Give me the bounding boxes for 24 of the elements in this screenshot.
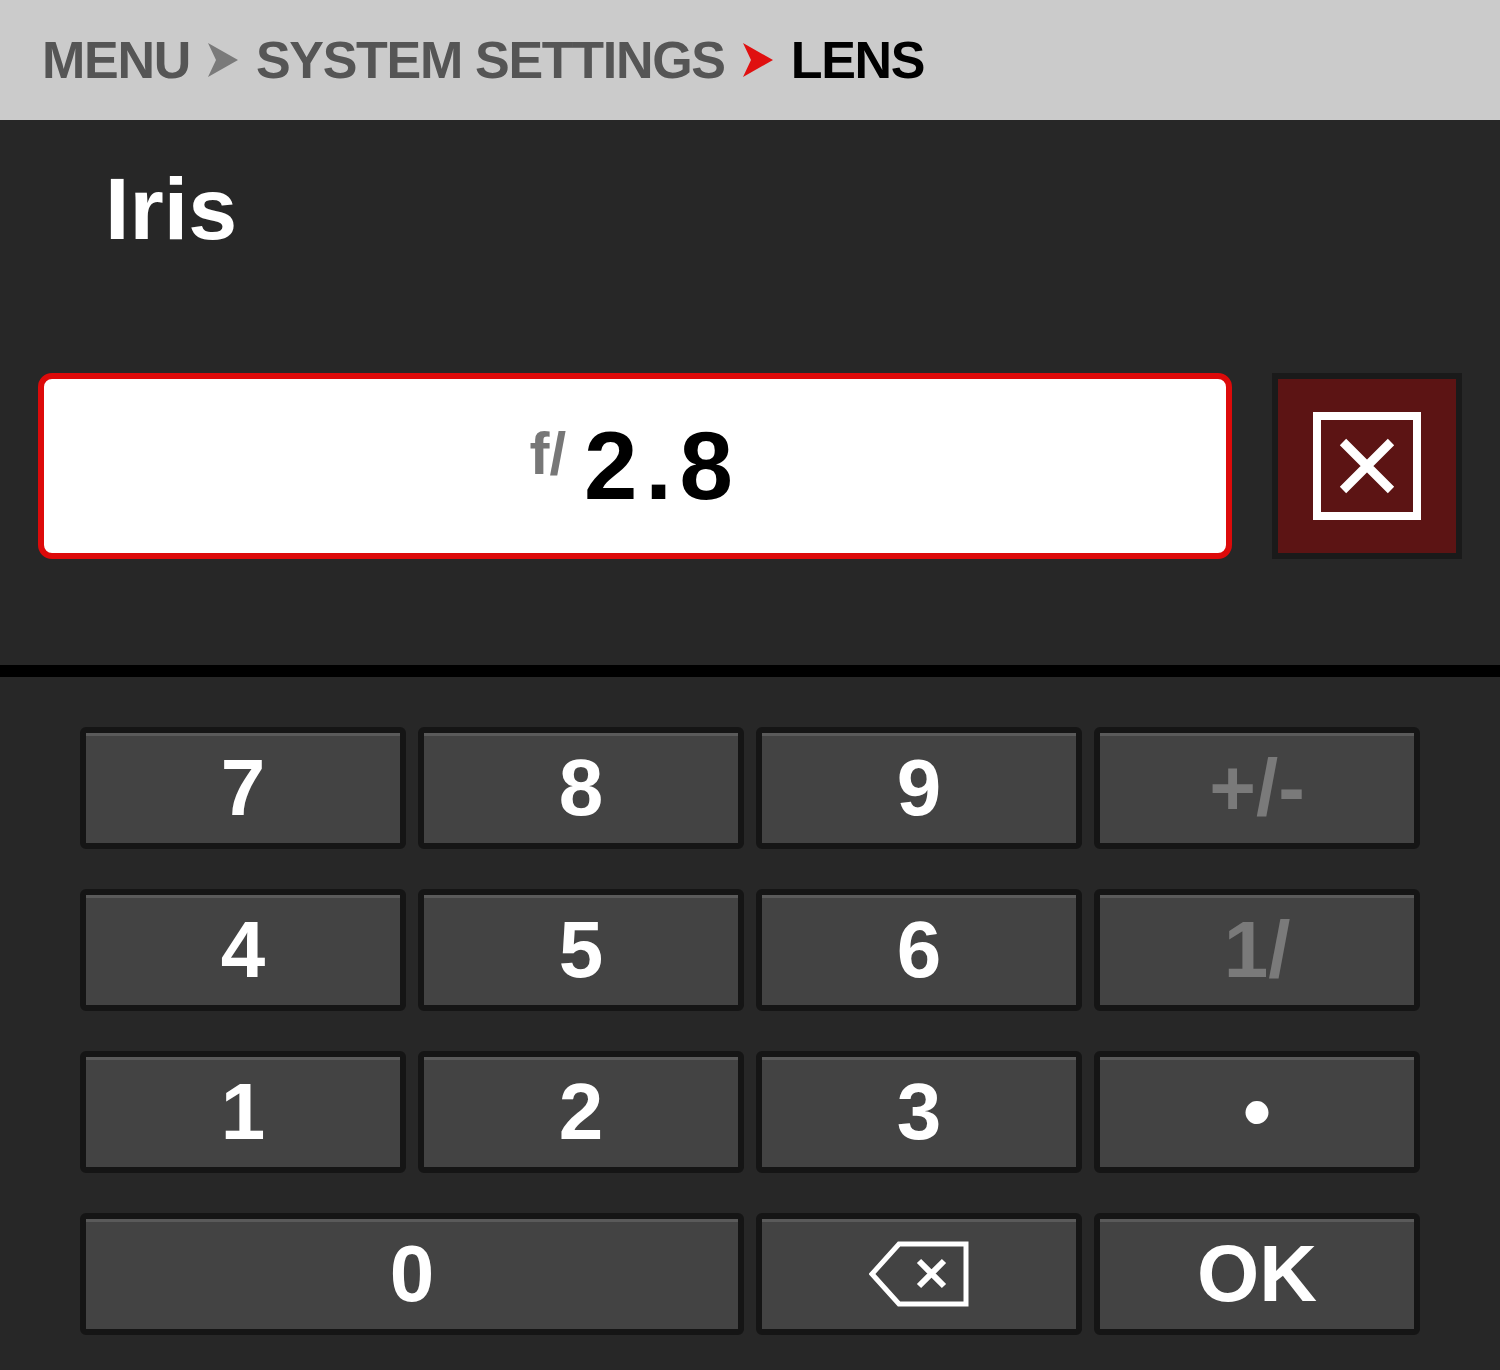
page-title: Iris: [105, 165, 239, 253]
keypad-key[interactable]: 5: [418, 889, 744, 1011]
clear-button[interactable]: [1272, 373, 1462, 559]
keypad-key[interactable]: OK: [1094, 1213, 1420, 1335]
unit-prefix: f/: [529, 419, 567, 489]
keypad-key[interactable]: 3: [756, 1051, 1082, 1173]
keypad-key[interactable]: 0: [80, 1213, 744, 1335]
backspace-key[interactable]: [756, 1213, 1082, 1335]
keypad-key[interactable]: 4: [80, 889, 406, 1011]
keypad-key[interactable]: 1: [80, 1051, 406, 1173]
close-icon: [1313, 412, 1421, 520]
breadcrumb-item[interactable]: SYSTEM SETTINGS: [255, 21, 725, 99]
keypad-key[interactable]: 7: [80, 727, 406, 849]
keypad-key[interactable]: 6: [756, 889, 1082, 1011]
chevron-icon: [205, 41, 240, 79]
breadcrumb-item[interactable]: MENU: [42, 21, 190, 99]
backspace-icon: [869, 1241, 969, 1307]
chevron-icon: [740, 41, 775, 79]
keypad-key[interactable]: 2: [418, 1051, 744, 1173]
keypad-key[interactable]: 8: [418, 727, 744, 849]
keypad-key[interactable]: 9: [756, 727, 1082, 849]
keypad-key[interactable]: •: [1094, 1051, 1420, 1173]
breadcrumb-item[interactable]: LENS: [790, 21, 925, 99]
field-value: 2.8: [584, 411, 741, 521]
